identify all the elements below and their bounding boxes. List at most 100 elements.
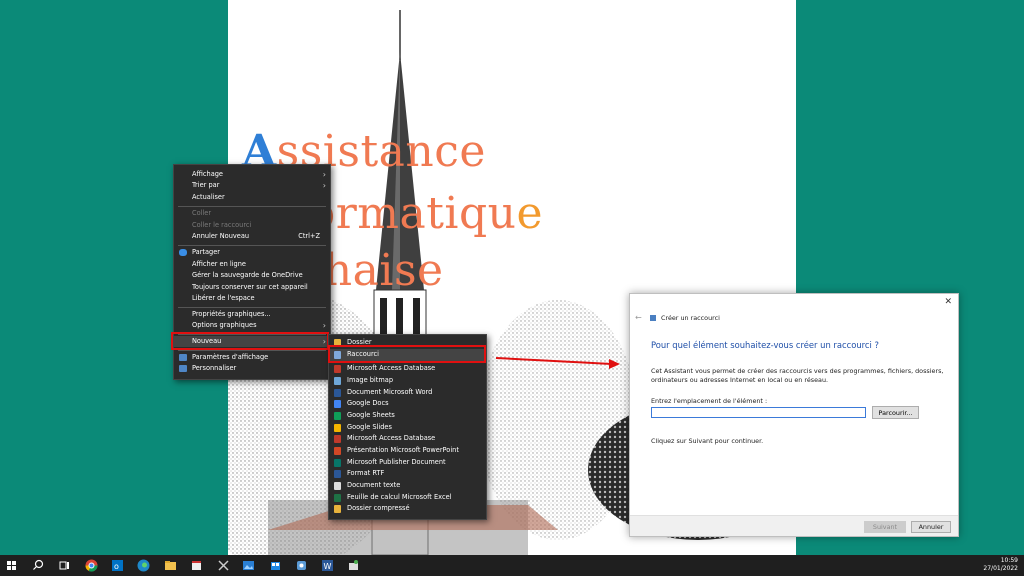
submenu-item-rtf[interactable]: Format RTF (329, 468, 486, 480)
menu-item-coller: Coller (174, 208, 330, 219)
menu-item-toujours-conserver[interactable]: Toujours conserver sur cet appareil (174, 282, 330, 293)
submenu-item-word[interactable]: Document Microsoft Word (329, 387, 486, 399)
menu-item-label: Partager (192, 248, 221, 256)
menu-item-parametres-affichage[interactable]: Paramètres d'affichage (174, 352, 330, 363)
submenu-item-access-2[interactable]: Microsoft Access Database (329, 433, 486, 445)
submenu-item-excel[interactable]: Feuille de calcul Microsoft Excel (329, 492, 486, 504)
menu-item-label: Paramètres d'affichage (192, 353, 269, 361)
menu-separator (178, 307, 326, 308)
submenu-item-label: Microsoft Access Database (347, 434, 436, 442)
submenu-item-google-sheets[interactable]: Google Sheets (329, 410, 486, 422)
menu-item-label: Annuler Nouveau (192, 232, 250, 240)
rtf-icon (334, 470, 341, 478)
submenu-item-access-1[interactable]: Microsoft Access Database (329, 363, 486, 375)
task-view-icon[interactable] (57, 558, 72, 573)
google-slides-icon (334, 424, 341, 432)
dialog-footer: Suivant Annuler (630, 515, 958, 536)
browse-button[interactable]: Parcourir... (872, 406, 919, 419)
menu-item-label: Coller (192, 209, 212, 217)
menu-separator (178, 350, 326, 351)
submenu-item-label: Image bitmap (347, 376, 393, 384)
chevron-right-icon: › (322, 181, 326, 190)
nouveau-highlight-box (171, 332, 329, 350)
menu-item-affichage[interactable]: Affichage › (174, 169, 330, 180)
menu-item-label: Afficher en ligne (192, 260, 246, 268)
create-shortcut-dialog: ✕ ← Créer un raccourci Pour quel élément… (629, 293, 959, 537)
continue-hint: Cliquez sur Suivant pour continuer. (651, 437, 764, 445)
location-input[interactable] (651, 407, 866, 418)
submenu-item-label: Dossier compressé (347, 504, 410, 512)
menu-item-afficher-en-ligne[interactable]: Afficher en ligne (174, 259, 330, 270)
submenu-item-label: Document texte (347, 481, 401, 489)
system-clock[interactable]: 10:59 27/01/2022 (983, 557, 1018, 573)
menu-item-label: Options graphiques (192, 321, 257, 329)
access-icon (334, 435, 341, 443)
file-explorer-icon[interactable] (163, 558, 178, 573)
menu-item-label: Libérer de l'espace (192, 294, 255, 302)
submenu-item-google-docs[interactable]: Google Docs (329, 398, 486, 410)
back-arrow-icon[interactable]: ← (635, 313, 642, 322)
svg-text:o: o (114, 562, 119, 571)
menu-item-label: Toujours conserver sur cet appareil (192, 283, 308, 291)
menu-item-personnaliser[interactable]: Personnaliser (174, 363, 330, 374)
submenu-item-publisher[interactable]: Microsoft Publisher Document (329, 457, 486, 469)
menu-item-coller-raccourci: Coller le raccourci (174, 220, 330, 231)
menu-item-liberer-espace[interactable]: Libérer de l'espace (174, 293, 330, 304)
chevron-right-icon: › (322, 321, 326, 330)
paint-icon[interactable] (346, 558, 361, 573)
menu-item-annuler-nouveau[interactable]: Annuler Nouveau Ctrl+Z (174, 231, 330, 242)
svg-text:W: W (324, 562, 332, 571)
submenu-item-label: Microsoft Publisher Document (347, 458, 446, 466)
submenu-item-google-slides[interactable]: Google Slides (329, 422, 486, 434)
submenu-item-powerpoint[interactable]: Présentation Microsoft PowerPoint (329, 445, 486, 457)
submenu-item-label: Présentation Microsoft PowerPoint (347, 446, 459, 454)
shortcut-label: Ctrl+Z (298, 232, 320, 240)
submenu-item-label: Google Docs (347, 399, 389, 407)
menu-item-label: Trier par (192, 181, 220, 189)
bitmap-icon (334, 377, 341, 385)
dialog-description: Cet Assistant vous permet de créer des r… (651, 367, 944, 384)
menu-separator (178, 245, 326, 246)
text-document-icon (334, 482, 341, 490)
snipping-tool-icon[interactable] (216, 558, 231, 573)
app-icon[interactable] (294, 558, 309, 573)
menu-separator (178, 206, 326, 207)
dialog-title: Créer un raccourci (661, 314, 720, 322)
zip-folder-icon (334, 505, 341, 513)
next-button[interactable]: Suivant (864, 521, 906, 533)
submenu-item-label: Format RTF (347, 469, 385, 477)
submenu-item-texte[interactable]: Document texte (329, 480, 486, 492)
display-settings-icon (179, 354, 187, 361)
store-icon[interactable] (268, 558, 283, 573)
submenu-item-bitmap[interactable]: Image bitmap (329, 375, 486, 387)
raccourci-highlight-box (328, 345, 486, 363)
access-icon (334, 365, 341, 373)
calendar-icon[interactable] (189, 558, 204, 573)
photos-icon[interactable] (241, 558, 256, 573)
menu-item-label: Coller le raccourci (192, 221, 252, 229)
windows-start-icon[interactable] (4, 558, 19, 573)
onedrive-icon (179, 249, 187, 256)
chevron-right-icon: › (322, 170, 326, 179)
submenu-item-dossier-compresse[interactable]: Dossier compressé (329, 503, 486, 515)
submenu-item-label: Google Sheets (347, 411, 395, 419)
chrome-icon[interactable] (84, 558, 99, 573)
cancel-button[interactable]: Annuler (911, 521, 951, 533)
personalize-icon (179, 365, 187, 372)
close-icon[interactable]: ✕ (944, 297, 952, 307)
word-icon[interactable]: W (320, 558, 335, 573)
search-icon[interactable] (31, 558, 46, 573)
menu-item-trier-par[interactable]: Trier par › (174, 180, 330, 191)
menu-item-label: Actualiser (192, 193, 225, 201)
menu-item-label: Gérer la sauvegarde de OneDrive (192, 271, 303, 279)
menu-item-actualiser[interactable]: Actualiser (174, 192, 330, 203)
menu-item-options-graphiques[interactable]: Options graphiques › (174, 320, 330, 331)
menu-item-partager[interactable]: Partager (174, 247, 330, 258)
menu-item-label: Propriétés graphiques... (192, 310, 271, 318)
outlook-icon[interactable]: o (110, 558, 125, 573)
powerpoint-icon (334, 447, 341, 455)
google-docs-icon (334, 400, 341, 408)
menu-item-gerer-sauvegarde[interactable]: Gérer la sauvegarde de OneDrive (174, 270, 330, 281)
menu-item-proprietes-graphiques[interactable]: Propriétés graphiques... (174, 309, 330, 320)
edge-icon[interactable] (136, 558, 151, 573)
